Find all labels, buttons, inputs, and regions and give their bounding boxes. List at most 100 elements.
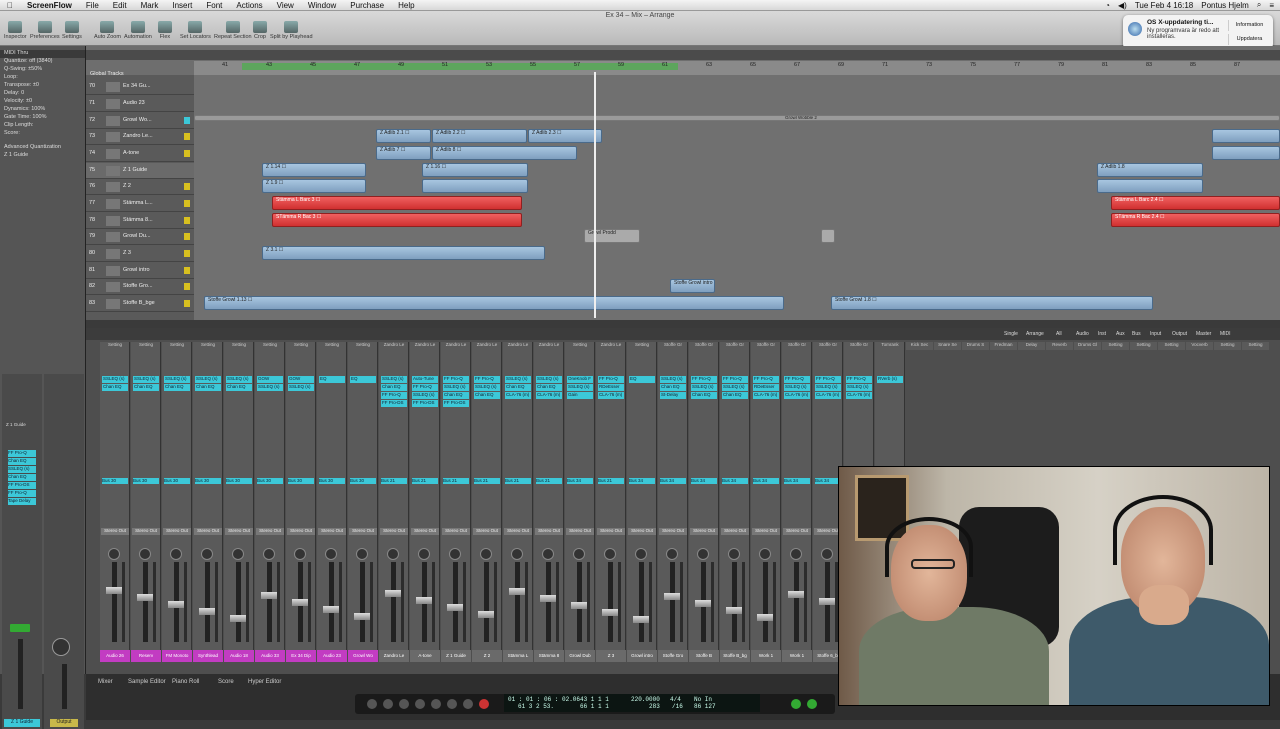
channel-strip[interactable]: Zandro Le SSLEQ (s) Chan EQ FF Pro-Q FF Pro-…: [379, 342, 409, 662]
menu-help[interactable]: Help: [391, 1, 421, 10]
channel-strip[interactable]: Setting GOW SSLEQ (s) Bus 30 Stereo Out Audio…: [255, 342, 285, 662]
inspector-row[interactable]: Velocity: ±0: [0, 98, 85, 106]
output-slot[interactable]: Stereo Out: [783, 528, 811, 535]
menu-edit[interactable]: Edit: [106, 1, 134, 10]
send-slot[interactable]: Bus 30: [195, 478, 221, 484]
bar-ruler[interactable]: 41 43 45 47 49 51 53 55 57 59 61 63 65 6…: [194, 61, 1280, 75]
track-header[interactable]: 81 Growl intro: [86, 263, 194, 279]
insert-slot[interactable]: RDeEsser: [598, 384, 624, 391]
output-slot[interactable]: Stereo Out: [473, 528, 501, 535]
send-slot[interactable]: Bus 21: [598, 478, 624, 484]
pause-icon[interactable]: [463, 699, 473, 709]
inspector-header[interactable]: MIDI Thru: [0, 50, 85, 58]
pan-knob[interactable]: [790, 548, 802, 560]
stop-icon[interactable]: [431, 699, 441, 709]
record-enable-button[interactable]: [184, 250, 190, 257]
mixer-tab-single[interactable]: Single: [1004, 331, 1018, 337]
pan-knob[interactable]: [418, 548, 430, 560]
pan-knob[interactable]: [511, 548, 523, 560]
insert-slot[interactable]: RVerb (s): [877, 376, 903, 383]
insert-slot[interactable]: SSLEQ (s): [412, 392, 438, 399]
insert-slot[interactable]: Tape Delay: [8, 498, 36, 505]
insert-slot[interactable]: FF Pro-Q: [753, 376, 779, 383]
send-slot[interactable]: Bus 30: [226, 478, 252, 484]
fader-track[interactable]: [794, 562, 799, 642]
insert-slot[interactable]: Auto-Tune: [412, 376, 438, 383]
fader-track[interactable]: [143, 562, 148, 642]
insert-slot[interactable]: SSLEQ (s): [536, 376, 562, 383]
user-name[interactable]: Pontus Hjelm: [1201, 1, 1249, 10]
strip-setting[interactable]: Drums Gl: [1074, 342, 1101, 350]
insert-slot[interactable]: SSLEQ (s): [505, 376, 531, 383]
audio-region-red[interactable]: Stämma L Barc 3 ☐: [272, 196, 522, 210]
inspector-row[interactable]: Gate Time: 100%: [0, 114, 85, 122]
track-header[interactable]: 73 Zandro Le...: [86, 129, 194, 145]
insert-slot[interactable]: FF Pro-Q: [443, 376, 469, 383]
apple-icon[interactable]: : [0, 1, 20, 10]
forward-icon[interactable]: [399, 699, 409, 709]
output-slot[interactable]: Stereo Out: [504, 528, 532, 535]
send-slot[interactable]: Bus 30: [102, 478, 128, 484]
audio-region[interactable]: Stoffe Growl 1.13 ☐: [204, 296, 784, 310]
inspector-row[interactable]: Quantize: off (3840): [0, 58, 85, 66]
track-header[interactable]: 83 Stoffe B_bge: [86, 296, 194, 312]
fader-track[interactable]: [608, 562, 613, 642]
list-icon[interactable]: ≡: [1269, 1, 1274, 10]
output-slot[interactable]: Stereo Out: [752, 528, 780, 535]
tab-mixer[interactable]: Mixer: [98, 679, 113, 685]
strip-setting[interactable]: Setting: [100, 342, 130, 350]
insert-slot[interactable]: Chan EQ: [505, 384, 531, 391]
insert-slot[interactable]: CLA-76 (m): [753, 392, 779, 399]
volume-icon[interactable]: ◀): [1118, 1, 1127, 10]
channel-strip[interactable]: Setting SSLEQ (s) Chan EQ Bus 30 Stereo Out F…: [162, 342, 192, 662]
insert-slot[interactable]: SSLEQ (s): [722, 384, 748, 391]
tab-sample-editor[interactable]: Sample Editor: [128, 679, 166, 685]
fader-track[interactable]: [453, 562, 458, 642]
strip-setting[interactable]: Fredman: [990, 342, 1017, 350]
channel-strip[interactable]: Zandro Le SSLEQ (s) Chan EQ CLA-76 (m) Bus 2…: [503, 342, 533, 662]
strip-setting[interactable]: Zandro Le: [441, 342, 471, 350]
insert-slot[interactable]: Chan EQ: [474, 392, 500, 399]
audio-region[interactable]: Stoffe Growl intro: [670, 279, 715, 293]
channel-strip[interactable]: Setting SSLEQ (s) Chan EQ Bus 30 Stereo Out A…: [100, 342, 130, 662]
insert-slot[interactable]: FF Pro-DS: [381, 400, 407, 407]
strip-setting[interactable]: Reverb: [1046, 342, 1073, 350]
channel-strip[interactable]: Stoffe Gr FF Pro-Q SSLEQ (s) Chan EQ Bus 34 S…: [720, 342, 750, 662]
audio-region[interactable]: [821, 229, 835, 243]
send-slot[interactable]: Bus 21: [536, 478, 562, 484]
strip-setting[interactable]: Setting: [1242, 342, 1269, 350]
pan-knob[interactable]: [697, 548, 709, 560]
channel-strip[interactable]: Setting EQ Bus 30 Stereo Out Audio 23: [317, 342, 347, 662]
send-slot[interactable]: Bus 21: [505, 478, 531, 484]
strip-setting[interactable]: Zandro Le: [379, 342, 409, 350]
strip-setting[interactable]: Delay: [1018, 342, 1045, 350]
update-button[interactable]: Uppdatera: [1228, 34, 1270, 45]
insert-slot[interactable]: CLA-76 (m): [815, 392, 841, 399]
transport-display[interactable]: 01 : 01 : 06 : 02.06 61 3 2 53. 43 1 1 1…: [504, 694, 760, 712]
send-slot[interactable]: Bus 34: [567, 478, 593, 484]
audio-region-red[interactable]: Stämma L Barc 2.4 ☐: [1111, 196, 1280, 210]
inspector-section[interactable]: Z 1 Guide: [0, 152, 85, 160]
rewind-icon[interactable]: [367, 699, 377, 709]
cycle-icon[interactable]: [791, 699, 801, 709]
cycle-region[interactable]: [242, 63, 678, 70]
output-slot[interactable]: Stereo Out: [690, 528, 718, 535]
strip-setting[interactable]: Setting: [565, 342, 595, 350]
track-header[interactable]: 70 Ex 34 Gu...: [86, 79, 194, 95]
crop-button[interactable]: Crop: [253, 21, 267, 45]
pan-knob[interactable]: [542, 548, 554, 560]
channel-strip[interactable]: Setting SSLEQ (s) Chan EQ Bus 30 Stereo Out A…: [224, 342, 254, 662]
menu-actions[interactable]: Actions: [229, 1, 269, 10]
send-slot[interactable]: Bus 34: [629, 478, 655, 484]
output-slot[interactable]: Stereo Out: [318, 528, 346, 535]
tab-hyper-editor[interactable]: Hyper Editor: [248, 679, 281, 685]
channel-strip[interactable]: Setting GOW SSLEQ (s) Bus 30 Stereo Out Ex 34…: [286, 342, 316, 662]
inspector-row[interactable]: Score:: [0, 130, 85, 138]
insert-slot[interactable]: CLA-76 (m): [505, 392, 531, 399]
preferences-button[interactable]: Preferences: [30, 21, 60, 45]
track-header[interactable]: 82 Stoffe Gro...: [86, 279, 194, 295]
insert-slot[interactable]: Chan EQ: [195, 384, 221, 391]
strip-setting[interactable]: Zandro Le: [534, 342, 564, 350]
audio-region[interactable]: [422, 179, 528, 193]
output-slot[interactable]: Stereo Out: [597, 528, 625, 535]
